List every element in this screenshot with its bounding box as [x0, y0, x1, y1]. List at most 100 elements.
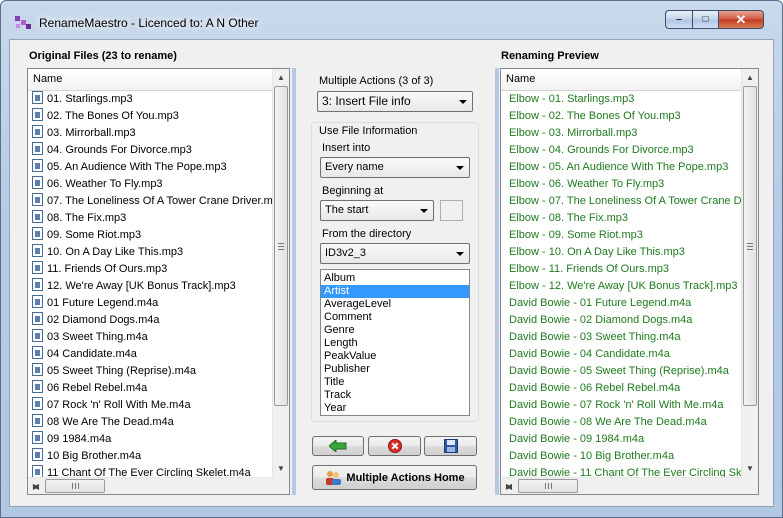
preview-vertical-scrollbar[interactable]: ▲ ▼: [741, 69, 758, 477]
right-splitter[interactable]: [495, 68, 499, 495]
list-item[interactable]: Elbow - 01. Starlings.mp3: [501, 91, 741, 108]
close-button[interactable]: ✕: [718, 10, 764, 29]
list-item[interactable]: Elbow - 06. Weather To Fly.mp3: [501, 176, 741, 193]
original-vertical-scrollbar[interactable]: ▲ ▼: [272, 69, 289, 477]
list-item[interactable]: Elbow - 12. We're Away [UK Bonus Track].…: [501, 278, 741, 295]
list-item[interactable]: David Bowie - 06 Rebel Rebel.m4a: [501, 380, 741, 397]
original-files-list[interactable]: Name 01. Starlings.mp3 02. The Bones Of Y…: [27, 68, 290, 495]
scroll-thumb[interactable]: [274, 86, 288, 406]
scroll-up-icon[interactable]: ▲: [273, 69, 289, 86]
preview-files-rows: Elbow - 01. Starlings.mp3 Elbow - 02. The…: [501, 91, 741, 477]
list-item[interactable]: 02 Diamond Dogs.m4a: [28, 312, 272, 329]
list-item[interactable]: Elbow - 03. Mirrorball.mp3: [501, 125, 741, 142]
list-item[interactable]: 08 We Are The Dead.m4a: [28, 414, 272, 431]
field-item[interactable]: Genre: [321, 324, 469, 337]
file-name: Elbow - 09. Some Riot.mp3: [509, 229, 643, 241]
list-item[interactable]: Elbow - 05. An Audience With The Pope.mp…: [501, 159, 741, 176]
list-item[interactable]: 05. An Audience With The Pope.mp3: [28, 159, 272, 176]
list-item[interactable]: David Bowie - 05 Sweet Thing (Reprise).m…: [501, 363, 741, 380]
list-item[interactable]: 03. Mirrorball.mp3: [28, 125, 272, 142]
action-select[interactable]: 3: Insert File info: [317, 91, 473, 112]
list-item[interactable]: 01 Future Legend.m4a: [28, 295, 272, 312]
list-item[interactable]: Elbow - 10. On A Day Like This.mp3: [501, 244, 741, 261]
list-item[interactable]: David Bowie - 07 Rock 'n' Roll With Me.m…: [501, 397, 741, 414]
list-item[interactable]: 11 Chant Of The Ever Circling Skelet.m4a: [28, 465, 272, 477]
list-item[interactable]: 02. The Bones Of You.mp3: [28, 108, 272, 125]
minimize-button[interactable]: –: [665, 10, 692, 29]
list-item[interactable]: 07. The Loneliness Of A Tower Crane Driv…: [28, 193, 272, 210]
list-item[interactable]: David Bowie - 03 Sweet Thing.m4a: [501, 329, 741, 346]
list-item[interactable]: David Bowie - 01 Future Legend.m4a: [501, 295, 741, 312]
preview-name-column-header[interactable]: Name: [501, 69, 741, 91]
scroll-up-icon[interactable]: ▲: [742, 69, 758, 86]
list-item[interactable]: 01. Starlings.mp3: [28, 91, 272, 108]
scroll-down-icon[interactable]: ▼: [742, 460, 758, 477]
maximize-button[interactable]: □: [692, 10, 718, 29]
field-item[interactable]: Length: [321, 337, 469, 350]
list-item[interactable]: 08. The Fix.mp3: [28, 210, 272, 227]
back-button[interactable]: [312, 436, 364, 456]
directory-select[interactable]: ID3v2_3: [320, 243, 470, 264]
list-item[interactable]: David Bowie - 10 Big Brother.m4a: [501, 448, 741, 465]
list-item[interactable]: David Bowie - 02 Diamond Dogs.m4a: [501, 312, 741, 329]
list-item[interactable]: Elbow - 08. The Fix.mp3: [501, 210, 741, 227]
audio-file-icon: [32, 91, 43, 104]
file-name: 12. We're Away [UK Bonus Track].mp3: [47, 280, 236, 292]
list-item[interactable]: David Bowie - 11 Chant Of The Ever Circl…: [501, 465, 741, 477]
field-item[interactable]: Album: [321, 272, 469, 285]
scroll-thumb[interactable]: [45, 479, 105, 493]
scroll-right-icon[interactable]: ▶: [28, 478, 44, 494]
scroll-right-icon[interactable]: ▶: [501, 478, 517, 494]
list-item[interactable]: David Bowie - 09 1984.m4a: [501, 431, 741, 448]
field-list[interactable]: Album Artist AverageLevel Comment Genre Lengt…: [320, 269, 470, 416]
list-item[interactable]: David Bowie - 08 We Are The Dead.m4a: [501, 414, 741, 431]
scroll-thumb[interactable]: [743, 86, 757, 406]
list-item[interactable]: 11. Friends Of Ours.mp3: [28, 261, 272, 278]
list-item[interactable]: Elbow - 04. Grounds For Divorce.mp3: [501, 142, 741, 159]
list-item[interactable]: 07 Rock 'n' Roll With Me.m4a: [28, 397, 272, 414]
list-item[interactable]: 04. Grounds For Divorce.mp3: [28, 142, 272, 159]
beginning-at-select[interactable]: The start: [320, 200, 434, 221]
chevron-down-icon: [456, 166, 464, 170]
home-users-icon: [326, 470, 342, 485]
list-item[interactable]: 05 Sweet Thing (Reprise).m4a: [28, 363, 272, 380]
list-item[interactable]: 09. Some Riot.mp3: [28, 227, 272, 244]
list-item[interactable]: 03 Sweet Thing.m4a: [28, 329, 272, 346]
field-item[interactable]: Artist: [321, 285, 469, 298]
list-item[interactable]: David Bowie - 04 Candidate.m4a: [501, 346, 741, 363]
left-splitter[interactable]: [292, 68, 296, 495]
renaming-preview-list[interactable]: Name Elbow - 01. Starlings.mp3 Elbow - 02…: [500, 68, 759, 495]
list-item[interactable]: 04 Candidate.m4a: [28, 346, 272, 363]
preview-horizontal-scrollbar[interactable]: ◀ ▶: [501, 477, 741, 494]
cancel-button[interactable]: [368, 436, 421, 456]
original-horizontal-scrollbar[interactable]: ◀ ▶: [28, 477, 272, 494]
multiple-actions-home-button[interactable]: Multiple Actions Home: [312, 465, 477, 490]
save-button[interactable]: [424, 436, 477, 456]
list-item[interactable]: 10 Big Brother.m4a: [28, 448, 272, 465]
scroll-down-icon[interactable]: ▼: [273, 460, 289, 477]
audio-file-icon: [32, 261, 43, 274]
list-item[interactable]: 06 Rebel Rebel.m4a: [28, 380, 272, 397]
field-item[interactable]: Year: [321, 402, 469, 415]
client-area: Original Files (23 to rename) Name 01. S…: [9, 39, 774, 507]
scroll-corner: [741, 477, 758, 494]
original-name-column-header[interactable]: Name: [28, 69, 272, 91]
list-item[interactable]: 06. Weather To Fly.mp3: [28, 176, 272, 193]
list-item[interactable]: Elbow - 11. Friends Of Ours.mp3: [501, 261, 741, 278]
list-item[interactable]: Elbow - 02. The Bones Of You.mp3: [501, 108, 741, 125]
field-item[interactable]: Comment: [321, 311, 469, 324]
list-item[interactable]: Elbow - 07. The Loneliness Of A Tower Cr…: [501, 193, 741, 210]
scroll-thumb[interactable]: [518, 479, 578, 493]
list-item[interactable]: 12. We're Away [UK Bonus Track].mp3: [28, 278, 272, 295]
list-item[interactable]: Elbow - 09. Some Riot.mp3: [501, 227, 741, 244]
field-item[interactable]: Publisher: [321, 363, 469, 376]
list-item[interactable]: 09 1984.m4a: [28, 431, 272, 448]
field-item[interactable]: AverageLevel: [321, 298, 469, 311]
field-item[interactable]: PeakValue: [321, 350, 469, 363]
insert-into-select[interactable]: Every name: [320, 157, 470, 178]
field-item[interactable]: Track: [321, 389, 469, 402]
title-bar[interactable]: RenameMaestro - Licenced to: A N Other –…: [1, 1, 782, 35]
list-item[interactable]: 10. On A Day Like This.mp3: [28, 244, 272, 261]
field-item[interactable]: Title: [321, 376, 469, 389]
position-input[interactable]: [440, 200, 463, 221]
